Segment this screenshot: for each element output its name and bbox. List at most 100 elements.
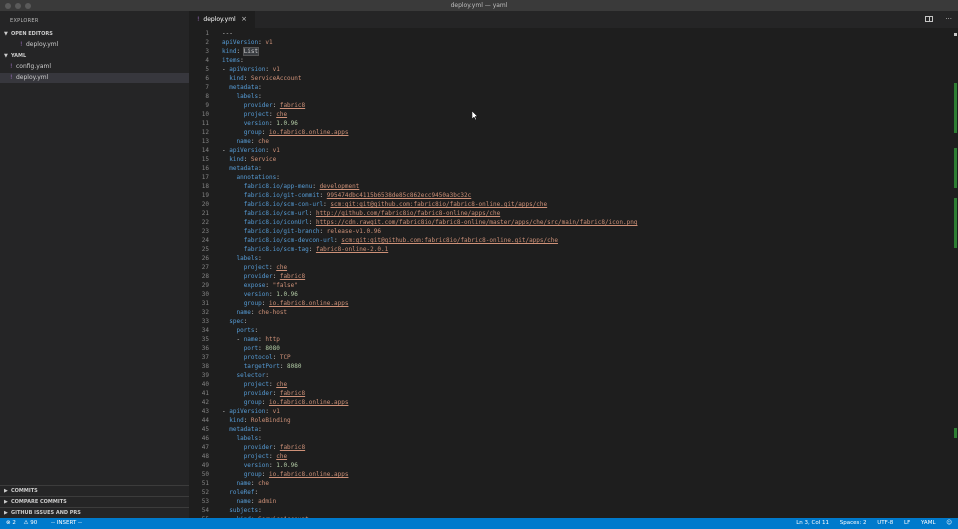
end-of-line[interactable]: LF (904, 520, 910, 526)
code-line[interactable]: 3 kind: List (189, 47, 949, 56)
overview-ruler[interactable] (954, 28, 958, 518)
code-line[interactable]: 41 provider: fabric8 (189, 389, 949, 398)
line-number: 4 (205, 57, 209, 64)
code-text: version: 1.0.96 (243, 120, 298, 127)
code-line[interactable]: 53 name: admin (189, 497, 949, 506)
code-line[interactable]: 36 port: 8080 (189, 344, 949, 353)
code-line[interactable]: 28 provider: fabric8 (189, 272, 949, 281)
code-line[interactable]: 38 targetPort: 8080 (189, 362, 949, 371)
code-text: - apiVersion: v1 (222, 408, 280, 415)
code-line[interactable]: 50 group: io.fabric8.online.apps (189, 470, 949, 479)
code-line[interactable]: 23 fabric8.io/git-branch: release-v1.0.9… (189, 227, 949, 236)
code-line[interactable]: 13 name: che (189, 137, 949, 146)
language-mode[interactable]: YAML (921, 520, 936, 526)
file-item-config[interactable]: ! config.yaml (0, 62, 189, 72)
split-editor-icon[interactable] (915, 11, 934, 28)
code-text: fabric8.io/git-branch: release-v1.0.96 (243, 228, 381, 235)
code-line[interactable]: 17 annotations: (189, 173, 949, 182)
code-line[interactable]: 2 apiVersion: v1 (189, 38, 949, 47)
problems-indicator[interactable]: ⊗ 2 ⚠ 90 (6, 520, 43, 526)
code-line[interactable]: 18 fabric8.io/app-menu: development (189, 182, 949, 191)
open-editors-section[interactable]: ▼ OPEN EDITORS (0, 29, 189, 39)
close-icon[interactable]: × (241, 11, 247, 28)
code-line[interactable]: 43 - apiVersion: v1 (189, 407, 949, 416)
vim-mode: -- INSERT -- (51, 520, 82, 526)
code-text: fabric8.io/iconUrl: https://cdn.rawgit.c… (243, 219, 638, 226)
code-line[interactable]: 45 metadata: (189, 425, 949, 434)
code-line[interactable]: 49 version: 1.0.96 (189, 461, 949, 470)
code-line[interactable]: 4 items: (189, 56, 949, 65)
code-line[interactable]: 30 version: 1.0.96 (189, 290, 949, 299)
compare-commits-section[interactable]: ▶ COMPARE COMMITS (0, 496, 189, 507)
line-number: 52 (201, 489, 209, 496)
code-line[interactable]: 5 - apiVersion: v1 (189, 65, 949, 74)
line-number: 19 (201, 192, 209, 199)
line-number: 21 (201, 210, 209, 217)
open-editor-item[interactable]: ! deploy.yml (0, 40, 189, 50)
code-line[interactable]: 15 kind: Service (189, 155, 949, 164)
encoding[interactable]: UTF-8 (877, 520, 893, 526)
code-line[interactable]: 46 labels: (189, 434, 949, 443)
code-line[interactable]: 24 fabric8.io/scm-devcon-url: scm:git:gi… (189, 236, 949, 245)
line-number: 50 (201, 471, 209, 478)
code-editor[interactable]: 1 --- 2 apiVersion: v1 3 kind: List 4 items: 5 - … (189, 28, 958, 518)
code-line[interactable]: 8 labels: (189, 92, 949, 101)
code-line[interactable]: 51 name: che (189, 479, 949, 488)
code-line[interactable]: 27 project: che (189, 263, 949, 272)
code-text: provider: fabric8 (243, 390, 306, 397)
code-text: provider: fabric8 (243, 273, 306, 280)
cursor-position[interactable]: Ln 3, Col 11 (796, 520, 829, 526)
code-line[interactable]: 39 selector: (189, 371, 949, 380)
code-line[interactable]: 19 fabric8.io/git-commit: 995474dbc4115b… (189, 191, 949, 200)
code-line[interactable]: 35 - name: http (189, 335, 949, 344)
code-line[interactable]: 9 provider: fabric8 (189, 101, 949, 110)
code-line[interactable]: 20 fabric8.io/scm-con-url: scm:git:git@g… (189, 200, 949, 209)
code-text: - apiVersion: v1 (222, 66, 280, 73)
code-line[interactable]: 44 kind: RoleBinding (189, 416, 949, 425)
code-line[interactable]: 1 --- (189, 29, 949, 38)
code-line[interactable]: 33 spec: (189, 317, 949, 326)
line-number: 43 (201, 408, 209, 415)
tab-bar: ! deploy.yml × ··· (189, 11, 958, 28)
line-number: 42 (201, 399, 209, 406)
code-line[interactable]: 11 version: 1.0.96 (189, 119, 949, 128)
code-line[interactable]: 47 provider: fabric8 (189, 443, 949, 452)
code-line[interactable]: 22 fabric8.io/iconUrl: https://cdn.rawgi… (189, 218, 949, 227)
code-line[interactable]: 42 group: io.fabric8.online.apps (189, 398, 949, 407)
yaml-folder-section[interactable]: ▼ YAML (0, 51, 189, 61)
code-line[interactable]: 29 expose: "false" (189, 281, 949, 290)
line-number: 54 (201, 507, 209, 514)
tab-deploy-yml[interactable]: ! deploy.yml × (189, 11, 255, 28)
code-line[interactable]: 34 ports: (189, 326, 949, 335)
code-line[interactable]: 40 project: che (189, 380, 949, 389)
code-line[interactable]: 10 project: che (189, 110, 949, 119)
code-line[interactable]: 32 name: che-host (189, 308, 949, 317)
code-line[interactable]: 6 kind: ServiceAccount (189, 74, 949, 83)
code-line[interactable]: 21 fabric8.io/scm-url: http://github.com… (189, 209, 949, 218)
line-number: 45 (201, 426, 209, 433)
code-line[interactable]: 26 labels: (189, 254, 949, 263)
code-line[interactable]: 14 - apiVersion: v1 (189, 146, 949, 155)
code-text: fabric8.io/scm-con-url: scm:git:git@gith… (243, 201, 548, 208)
code-line[interactable]: 54 subjects: (189, 506, 949, 515)
line-number: 36 (201, 345, 209, 352)
code-line[interactable]: 31 group: io.fabric8.online.apps (189, 299, 949, 308)
github-issues-section[interactable]: ▶ GITHUB ISSUES AND PRS (0, 507, 189, 518)
code-line[interactable]: 37 protocol: TCP (189, 353, 949, 362)
code-line[interactable]: 25 fabric8.io/scm-tag: fabric8-online-2.… (189, 245, 949, 254)
file-item-deploy[interactable]: ! deploy.yml (0, 73, 189, 83)
code-line[interactable]: 7 metadata: (189, 83, 949, 92)
code-line[interactable]: 48 project: che (189, 452, 949, 461)
code-text: group: io.fabric8.online.apps (243, 471, 349, 478)
commits-section[interactable]: ▶ COMMITS (0, 485, 189, 496)
feedback-icon[interactable]: ☺ (946, 520, 952, 526)
indentation[interactable]: Spaces: 2 (840, 520, 867, 526)
code-text: group: io.fabric8.online.apps (243, 399, 349, 406)
line-number: 32 (201, 309, 209, 316)
code-line[interactable]: 12 group: io.fabric8.online.apps (189, 128, 949, 137)
line-number: 18 (201, 183, 209, 190)
more-actions-icon[interactable]: ··· (945, 11, 952, 28)
code-text: annotations: (236, 174, 280, 181)
code-line[interactable]: 16 metadata: (189, 164, 949, 173)
code-line[interactable]: 52 roleRef: (189, 488, 949, 497)
